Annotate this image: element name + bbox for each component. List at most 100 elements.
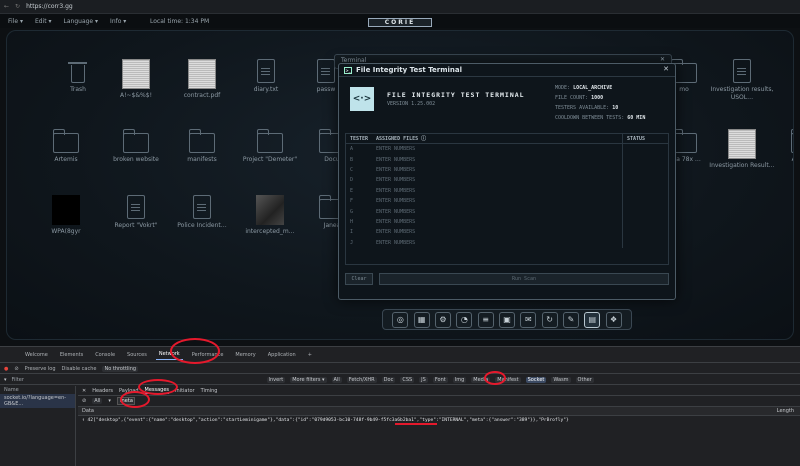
assigned-files-input[interactable]: ENTER NUMBERS xyxy=(374,229,622,235)
desktop-icon[interactable]: intercepted_m… xyxy=(235,195,305,236)
refresh-icon[interactable]: ↻ xyxy=(541,311,558,328)
tab-elements[interactable]: Elements xyxy=(57,350,86,360)
subtab-timing[interactable]: Timing xyxy=(201,388,218,394)
table-row: I ENTER NUMBERS xyxy=(346,227,668,238)
desktop-icon[interactable]: contract.pdf xyxy=(167,59,237,100)
reload-icon[interactable]: ↻ xyxy=(15,3,20,10)
menu-file[interactable]: File ▾ xyxy=(8,18,23,25)
assigned-files-input[interactable]: ENTER NUMBERS xyxy=(374,198,622,204)
desktop-icon[interactable]: Project "Demeter" xyxy=(235,129,305,164)
assigned-files-input[interactable]: ENTER NUMBERS xyxy=(374,209,622,215)
address-input[interactable]: https://corr3.gg xyxy=(26,3,73,10)
clear-button[interactable]: Clear xyxy=(345,273,373,285)
tab-memory[interactable]: Memory xyxy=(232,350,258,360)
message-filter-bar: ⊘ All ▾ meta xyxy=(78,396,800,407)
tab-welcome[interactable]: Welcome xyxy=(22,350,51,360)
close-icon[interactable]: ✕ xyxy=(660,56,665,63)
desktop-icon[interactable]: Add info xyxy=(769,129,793,164)
menu-info[interactable]: Info ▾ xyxy=(110,18,126,25)
app-version: VERSION 1.25.002 xyxy=(387,101,436,107)
close-icon[interactable]: ✕ xyxy=(663,65,669,73)
assigned-files-input[interactable]: ENTER NUMBERS xyxy=(374,240,622,246)
filter-font[interactable]: Font xyxy=(432,376,448,383)
tab-application[interactable]: Application xyxy=(265,350,299,360)
table-row: B ENTER NUMBERS xyxy=(346,154,668,165)
desktop-icon[interactable]: Police Incident… xyxy=(167,195,237,230)
back-icon[interactable]: ← xyxy=(4,3,9,10)
assigned-files-input[interactable]: ENTER NUMBERS xyxy=(374,219,622,225)
lock-icon[interactable]: ◔ xyxy=(456,311,473,328)
filter-other[interactable]: Other xyxy=(575,376,594,383)
desktop-icon[interactable]: broken website xyxy=(101,129,171,164)
request-subtabs: ✕ Headers Payload Messages Initiator Tim… xyxy=(78,386,800,396)
subtab-headers[interactable]: Headers xyxy=(92,388,113,394)
length-column-header: Length xyxy=(776,408,794,414)
filter-js[interactable]: JS xyxy=(419,376,428,383)
message-type-arrow[interactable]: ▾ xyxy=(108,398,111,404)
message-type-select[interactable]: All xyxy=(92,398,103,404)
dock: ◎ ▦ ⚙ ◔ ≡ ▣ ✉ ↻ ✎ ▤ ❖ xyxy=(382,309,632,330)
close-details-icon[interactable]: ✕ xyxy=(82,388,86,394)
filter-all[interactable]: All xyxy=(331,376,342,383)
grid-icon[interactable]: ▦ xyxy=(413,311,430,328)
record-icon[interactable]: ● xyxy=(4,366,8,372)
folder-icon xyxy=(790,129,793,153)
dark-icon xyxy=(52,195,80,225)
desktop-icon-label: manifests xyxy=(187,156,217,163)
status-cell xyxy=(622,185,668,196)
list-icon[interactable]: ≡ xyxy=(477,311,494,328)
globe-icon[interactable]: ◎ xyxy=(392,311,409,328)
tab-sources[interactable]: Sources xyxy=(124,350,150,360)
desktop-icon[interactable]: manifests xyxy=(167,129,237,164)
assigned-files-input[interactable]: ENTER NUMBERS xyxy=(374,146,622,152)
stat-mode: MODE: LOCAL_ARCHIVE xyxy=(555,85,613,91)
desktop-icon[interactable]: WPA(8gyr xyxy=(31,195,101,236)
desktop-icon-label: Police Incident… xyxy=(177,222,227,229)
desktop-icon[interactable]: Report "Vokrt" xyxy=(101,195,171,230)
terminal-icon[interactable]: ▤ xyxy=(584,311,601,328)
message-row[interactable]: ↑ 42["desktop",{"event":{"name":"desktop… xyxy=(78,416,800,425)
run-scan-button[interactable]: Run Scan xyxy=(379,273,669,285)
filter-doc[interactable]: Doc xyxy=(381,376,396,383)
filter-img[interactable]: Img xyxy=(452,376,467,383)
status-cell xyxy=(622,154,668,165)
tester-id: B xyxy=(350,156,354,163)
subtab-initiator[interactable]: Initiator xyxy=(175,388,195,394)
add-tab-icon[interactable]: + xyxy=(305,350,315,360)
filter-socket[interactable]: Socket xyxy=(525,376,547,383)
disable-cache-checkbox[interactable]: Disable cache xyxy=(62,366,97,372)
desktop-icon[interactable]: A!~$&%$! xyxy=(101,59,171,100)
clear-messages-icon[interactable]: ⊘ xyxy=(82,398,86,404)
puzzle-icon[interactable]: ❖ xyxy=(605,311,622,328)
image-icon[interactable]: ▣ xyxy=(498,311,515,328)
mail-icon[interactable]: ✉ xyxy=(520,311,537,328)
filter-fetch[interactable]: Fetch/XHR xyxy=(346,376,377,383)
filter-css[interactable]: CSS xyxy=(400,376,415,383)
filter-more[interactable]: More filters ▾ xyxy=(290,376,327,383)
menu-language[interactable]: Language ▾ xyxy=(64,18,99,25)
request-socket[interactable]: socket.io/?language=en-GB&E... xyxy=(0,394,75,408)
window-titlebar[interactable]: >_ File Integrity Test Terminal ✕ xyxy=(339,64,675,77)
throttling-select[interactable]: No throttling xyxy=(102,365,139,372)
trash-icon xyxy=(68,62,87,83)
filter-wasm[interactable]: Wasm xyxy=(551,376,571,383)
header-assigned-files: ASSIGNED FILES ⓘ xyxy=(376,136,427,142)
assigned-files-input[interactable]: ENTER NUMBERS xyxy=(374,167,622,173)
stat-cooldown: COOLDOWN BETWEEN TESTS: 60 MIN xyxy=(555,115,646,121)
status-cell xyxy=(622,237,668,248)
clear-log-icon[interactable]: ⊘ xyxy=(14,366,18,372)
desktop-icon[interactable]: Artemis xyxy=(31,129,101,164)
edit-icon[interactable]: ✎ xyxy=(562,311,579,328)
assigned-files-input[interactable]: ENTER NUMBERS xyxy=(374,177,622,183)
filter-input[interactable]: Filter xyxy=(12,377,262,383)
gear-icon[interactable]: ⚙ xyxy=(434,311,451,328)
menu-edit[interactable]: Edit ▾ xyxy=(35,18,52,25)
corie-logo: CORIE xyxy=(368,18,432,27)
filter-invert[interactable]: Invert xyxy=(266,376,286,383)
assigned-files-input[interactable]: ENTER NUMBERS xyxy=(374,188,622,194)
stat-testers: TESTERS AVAILABLE: 10 xyxy=(555,105,619,111)
tab-console[interactable]: Console xyxy=(92,350,118,360)
preserve-log-checkbox[interactable]: Preserve log xyxy=(25,366,56,372)
tester-id: I xyxy=(350,229,354,236)
assigned-files-input[interactable]: ENTER NUMBERS xyxy=(374,157,622,163)
